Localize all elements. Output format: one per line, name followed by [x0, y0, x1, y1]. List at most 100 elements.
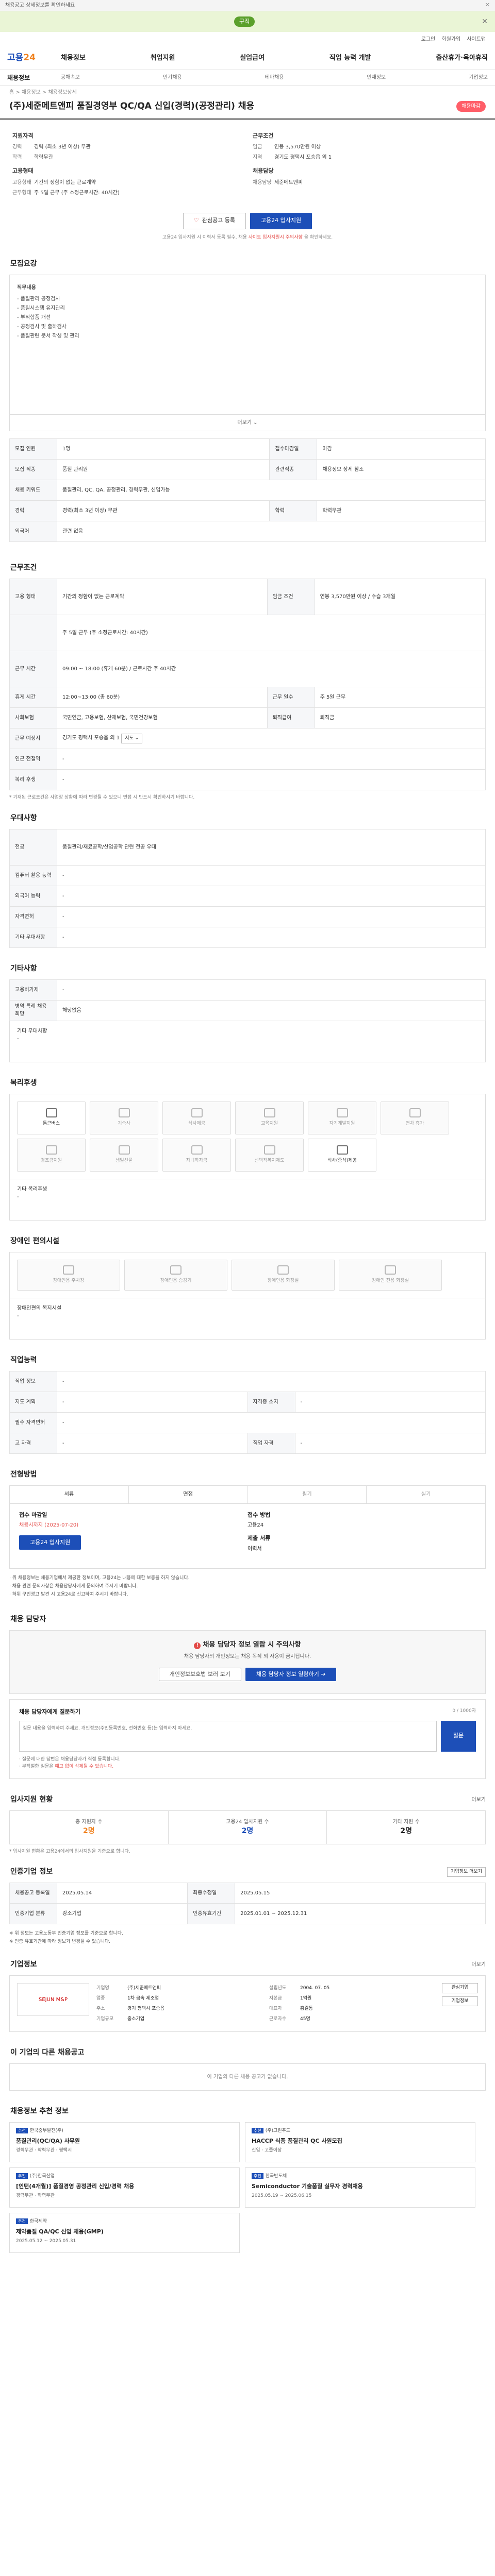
table-header: 기타 우대사항 — [9, 926, 57, 948]
section-title: 전형방법 — [10, 1470, 37, 1479]
site-logo[interactable]: 고용24 — [7, 52, 61, 65]
cake-icon — [118, 1145, 130, 1155]
company-detail-button[interactable]: 기업정보 — [442, 1996, 478, 2006]
table-cell: 품질관리/재료공학/산업공학 관련 전공 우대 — [57, 828, 486, 866]
summary-row: 학력 학력무관 — [12, 152, 242, 163]
kv-key: 설립년도 — [269, 1986, 287, 1991]
cert-head: 인증기업 정보 기업정보 더보기 — [9, 1867, 486, 1877]
login-link[interactable]: 로그인 — [421, 36, 436, 43]
map-button[interactable]: 지도 ⌄ — [121, 733, 143, 744]
desc-line: - 품질관리 공정검사 — [17, 296, 60, 302]
summary-key: 임금 — [253, 144, 262, 150]
table-row: 모집 직종 품질 관리원 관련직종 채용정보 상세 참조 — [9, 459, 486, 480]
top-notice-text: 채용공고 상세정보를 확인하세요 — [5, 3, 75, 8]
kv-val: 45명 — [300, 2016, 310, 2022]
subnav-item-5[interactable]: 기업정보 — [469, 74, 488, 81]
close-icon[interactable]: ✕ — [485, 1, 490, 10]
apply-button[interactable]: 고용24 입사지원 — [250, 212, 312, 229]
section-title: 직업능력 — [10, 1355, 37, 1364]
applicants-more-link[interactable]: 더보기 — [471, 1796, 486, 1804]
study-icon — [336, 1108, 348, 1117]
parking-icon — [63, 1265, 74, 1275]
apply-heading: 접수 방법 — [248, 1511, 271, 1518]
company-more-button[interactable]: 기업정보 더보기 — [447, 1867, 486, 1877]
scrap-button[interactable]: ♡ 관심공고 등록 — [183, 212, 246, 229]
accessibility-card: 장애인 전용 화장실 — [339, 1259, 442, 1291]
kv-val: 경기 평택시 포승읍 — [127, 2006, 164, 2011]
table-cell: - — [57, 1432, 248, 1454]
table-cell: 학력무관 — [317, 500, 486, 521]
reco-card[interactable]: 추천 (주)그린푸드 HACCP 식품 품질관리 QC 사원모집 신입 · 고졸이상 — [245, 2122, 475, 2162]
company-info: SEJUN M&P 기업명 (주)세준메트앤피 설립년도 2004. 07. 05 … — [9, 1975, 486, 2032]
calendar-icon — [409, 1108, 421, 1117]
question-submit-button[interactable]: 질문 — [441, 1720, 476, 1752]
table-row: 사회보험 국민연금, 고용보험, 산재보험, 국민건강보험 퇴직급여 퇴직금 — [9, 707, 486, 728]
tab-practical[interactable]: 실기 — [367, 1486, 485, 1503]
gnb-item-jobs[interactable]: 채용정보 — [61, 53, 86, 63]
table-header: 근무 예정지 — [9, 728, 57, 749]
table-header: 지도 계획 — [9, 1391, 57, 1413]
apply-button-2[interactable]: 고용24 입사지원 — [19, 1535, 81, 1550]
welfare-card: 통근버스 — [17, 1101, 86, 1134]
table-cell: 12:00~13:00 (총 60분) — [57, 687, 268, 708]
view-contact-button[interactable]: 채용 담당자 정보 열람하기 ➔ — [245, 1668, 337, 1681]
kv-item: 근로자수 45명 — [269, 2014, 442, 2024]
follow-company-button[interactable]: 관심기업 — [442, 1983, 478, 1993]
table-cell: - — [57, 1412, 486, 1433]
subnav-item-2[interactable]: 인기채용 — [163, 74, 182, 81]
accessibility-etc-box: 장애인편의 복지시설 - — [9, 1298, 486, 1340]
gnb-item-training[interactable]: 직업 능력 개발 — [329, 53, 371, 63]
summary-value: 세준메트앤피 — [274, 179, 303, 185]
reco-card[interactable]: 추천 (주)한국산업 [인턴(4개월)] 품질경영 공정관리 신입/경력 채용 경력무… — [9, 2167, 240, 2208]
subnav-item-4[interactable]: 인재정보 — [367, 74, 386, 81]
tab-written[interactable]: 필기 — [248, 1485, 367, 1503]
table-cell: 관련 없음 — [57, 521, 486, 542]
etc-value: - — [17, 1036, 19, 1042]
subnav-item-1[interactable]: 공채속보 — [61, 74, 80, 81]
apply-deadline: 채용시까지 (2025-07-20) — [19, 1522, 79, 1528]
sitemap-link[interactable]: 사이트맵 — [467, 36, 486, 43]
join-link[interactable]: 회원가입 — [441, 36, 460, 43]
promo-close-icon[interactable]: ✕ — [482, 16, 488, 27]
promo-tag[interactable]: 구직 — [234, 16, 255, 27]
question-input[interactable] — [19, 1720, 437, 1752]
star-icon — [263, 1145, 275, 1155]
table-header: 모집 직종 — [9, 459, 57, 480]
table-row: 필수 자격면허 - — [9, 1412, 486, 1433]
summary-key: 근무형태 — [12, 190, 31, 196]
reco-card[interactable]: 추천 한국중부발전(주) 품질관리(QC/QA) 사무원 경력무관 · 학력무관 · … — [9, 2122, 240, 2162]
reco-card[interactable]: 추천 한국반도체 Semiconductor 기술품질 실무자 경력채용 2025.0… — [245, 2167, 475, 2208]
welfare-label: 생일선물 — [115, 1158, 133, 1163]
apply-info: 접수 마감일 채용시까지 (2025-07-20) 고용24 입사지원 접수 방… — [9, 1503, 486, 1569]
reco-badge: 추천 — [16, 2173, 28, 2179]
gnb-item-support[interactable]: 취업지원 — [151, 53, 175, 63]
section-title: 입사지원 현황 — [10, 1795, 53, 1804]
reco-card[interactable]: 추천 한국제약 제약품질 QA/QC 신입 채용(GMP) 2025.05.12 ~ … — [9, 2213, 240, 2253]
more-button[interactable]: 더보기 ⌄ — [10, 414, 485, 431]
table-row: 자격면허 - — [9, 906, 486, 927]
stat-value: 2명 — [400, 1826, 412, 1835]
tab-documents[interactable]: 서류 — [10, 1485, 129, 1503]
table-cell: - — [57, 1370, 486, 1392]
accessibility-grid: 장애인용 주차장 장애인용 승강기 장애인용 화장실 장애인 전용 화장실 — [9, 1251, 486, 1298]
summary-row: 임금 연봉 3,570만원 이상 — [253, 142, 483, 152]
welfare-label: 기숙사 — [118, 1121, 130, 1126]
gnb-item-leave[interactable]: 출산휴가·육아휴직 — [436, 53, 488, 63]
summary-value: 경력 (최소 3년 이상) 무관 — [34, 144, 91, 150]
apply-col-left: 접수 마감일 채용시까지 (2025-07-20) 고용24 입사지원 — [19, 1511, 248, 1561]
privacy-law-button[interactable]: 개인정보보호법 보러 보기 — [158, 1668, 241, 1681]
stat-value: 2명 — [241, 1826, 254, 1835]
table-header: 학력 — [269, 500, 318, 521]
applicant-stats: 총 지원자 수 2명 고용24 입사지원 수 2명 기타 지원 수 2명 — [9, 1810, 486, 1844]
tab-interview[interactable]: 면접 — [129, 1485, 248, 1503]
subnav-item-3[interactable]: 테마채용 — [265, 74, 284, 81]
apply-note: 고용24 입사지원 시 이력서 등록 필수, 채용 사이트 입사지원시 주의사항… — [0, 234, 495, 242]
gnb-item-unemployment[interactable]: 실업급여 — [240, 53, 265, 63]
subnav-title: 채용정보 — [7, 74, 30, 81]
table-cell: 2025.05.14 — [56, 1883, 188, 1904]
note-link[interactable]: 사이트 입사지원시 주의사항 — [249, 235, 303, 240]
table-cell: - — [57, 979, 486, 1001]
summary-row: 채용담당 세준메트앤피 — [253, 178, 483, 188]
note-line: · 채용 관련 문의사항은 채용담당자에게 문의하여 주시기 바랍니다. — [9, 1583, 138, 1589]
company-info-more[interactable]: 더보기 — [471, 1961, 486, 1969]
